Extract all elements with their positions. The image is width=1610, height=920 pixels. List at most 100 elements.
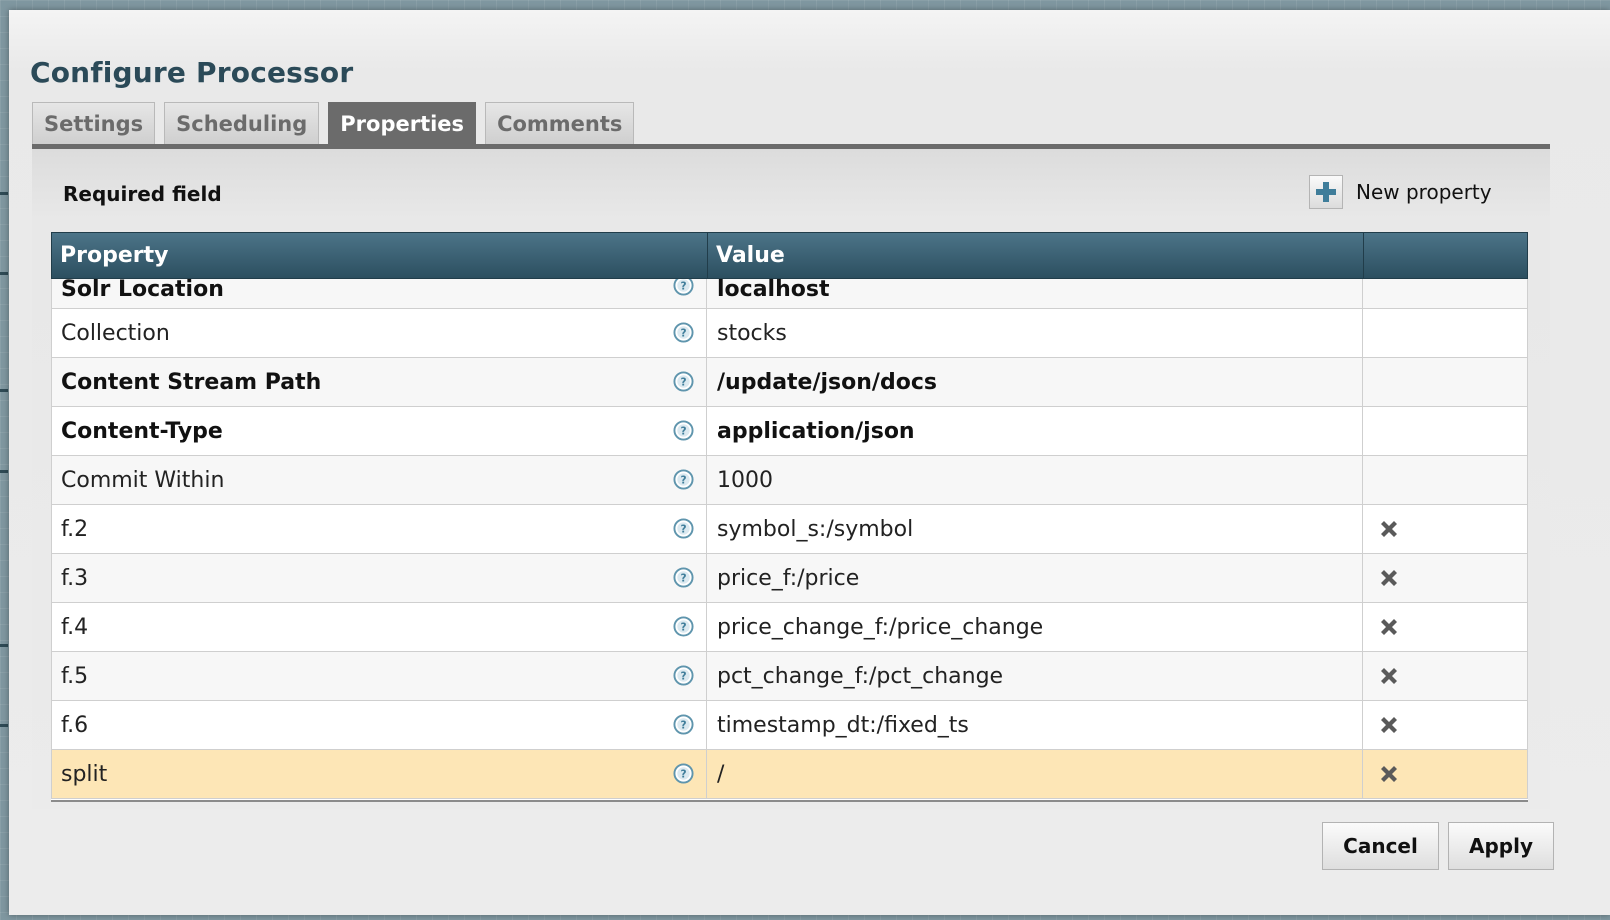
delete-icon[interactable] <box>1376 614 1402 640</box>
new-property-button[interactable]: New property <box>1309 175 1492 209</box>
table-row[interactable]: f.3? price_f:/price <box>51 554 1528 603</box>
table-row[interactable]: f.4? price_change_f:/price_change <box>51 603 1528 652</box>
property-value: localhost <box>717 277 830 302</box>
row-actions-cell <box>1363 750 1528 798</box>
property-value-cell[interactable]: localhost <box>707 277 1363 308</box>
column-header-actions <box>1364 233 1527 278</box>
property-value: / <box>717 761 725 787</box>
row-actions-cell <box>1363 358 1528 406</box>
tab-settings[interactable]: Settings <box>32 102 156 144</box>
help-icon[interactable]: ? <box>673 763 694 784</box>
table-row[interactable]: Content-Type? application/json <box>51 407 1528 456</box>
property-value-cell[interactable]: pct_change_f:/pct_change <box>707 652 1363 700</box>
property-value: price_f:/price <box>717 565 860 591</box>
column-header-property[interactable]: Property <box>52 233 708 278</box>
property-value-cell[interactable]: price_f:/price <box>707 554 1363 602</box>
help-icon[interactable]: ? <box>673 714 694 735</box>
table-row[interactable]: split? / <box>51 750 1528 799</box>
property-name-cell: f.6? <box>51 701 707 749</box>
property-value-cell[interactable]: 1000 <box>707 456 1363 504</box>
required-field-label: Required field <box>63 182 222 206</box>
property-name-cell: Content Stream Path? <box>51 358 707 406</box>
svg-text:?: ? <box>680 768 686 780</box>
canvas-connection-mark <box>0 389 8 392</box>
property-value-cell[interactable]: symbol_s:/symbol <box>707 505 1363 553</box>
canvas-connection-mark <box>0 644 8 647</box>
row-actions-cell <box>1363 407 1528 455</box>
table-row[interactable]: Solr Location? localhost <box>51 275 1528 309</box>
column-header-value[interactable]: Value <box>708 233 1364 278</box>
property-name-cell: Solr Location? <box>51 275 707 308</box>
help-icon[interactable]: ? <box>673 616 694 637</box>
svg-text:?: ? <box>680 572 686 584</box>
property-value-cell[interactable]: stocks <box>707 309 1363 357</box>
property-value: /update/json/docs <box>717 369 937 395</box>
delete-icon[interactable] <box>1376 663 1402 689</box>
row-actions-cell <box>1363 279 1528 308</box>
table-body: Solr Location? localhost Collection? stocks… <box>51 275 1528 799</box>
property-name: Solr Location <box>61 277 224 302</box>
table-header: Property Value <box>51 232 1528 279</box>
table-row[interactable]: Commit Within? 1000 <box>51 456 1528 505</box>
delete-icon[interactable] <box>1376 516 1402 542</box>
canvas-connection-mark <box>0 724 8 727</box>
row-actions-cell <box>1363 652 1528 700</box>
tab-scheduling[interactable]: Scheduling <box>164 102 320 144</box>
property-value-cell[interactable]: price_change_f:/price_change <box>707 603 1363 651</box>
help-icon[interactable]: ? <box>673 567 694 588</box>
property-value: stocks <box>717 320 787 346</box>
row-actions-cell <box>1363 505 1528 553</box>
help-icon[interactable]: ? <box>673 322 694 343</box>
property-name: Commit Within <box>61 467 225 493</box>
help-icon[interactable]: ? <box>673 665 694 686</box>
configure-processor-dialog: Configure Processor Settings Scheduling … <box>9 10 1610 915</box>
table-row[interactable]: Collection? stocks <box>51 309 1528 358</box>
property-value: symbol_s:/symbol <box>717 516 914 542</box>
dialog-title: Configure Processor <box>30 56 354 89</box>
property-value-cell[interactable]: /update/json/docs <box>707 358 1363 406</box>
table-row[interactable]: Content Stream Path? /update/json/docs <box>51 358 1528 407</box>
row-actions-cell <box>1363 603 1528 651</box>
table-row[interactable]: f.5? pct_change_f:/pct_change <box>51 652 1528 701</box>
canvas-connection-mark <box>0 272 8 275</box>
property-value-cell[interactable]: timestamp_dt:/fixed_ts <box>707 701 1363 749</box>
svg-text:?: ? <box>680 621 686 633</box>
row-actions-cell <box>1363 456 1528 504</box>
property-name: Content Stream Path <box>61 369 322 395</box>
table-row[interactable]: f.6? timestamp_dt:/fixed_ts <box>51 701 1528 750</box>
svg-text:?: ? <box>680 474 686 486</box>
property-name: f.5 <box>61 663 89 689</box>
delete-icon[interactable] <box>1376 565 1402 591</box>
svg-text:?: ? <box>680 327 686 339</box>
property-name: f.4 <box>61 614 89 640</box>
property-name-cell: f.5? <box>51 652 707 700</box>
property-value: pct_change_f:/pct_change <box>717 663 1004 689</box>
help-icon[interactable]: ? <box>673 518 694 539</box>
help-icon[interactable]: ? <box>673 469 694 490</box>
property-value: timestamp_dt:/fixed_ts <box>717 712 969 738</box>
property-name: f.2 <box>61 516 89 542</box>
cancel-button[interactable]: Cancel <box>1322 822 1439 870</box>
property-name: Content-Type <box>61 418 223 444</box>
table-row[interactable]: f.2? symbol_s:/symbol <box>51 505 1528 554</box>
property-name: f.3 <box>61 565 89 591</box>
property-name-cell: split? <box>51 750 707 798</box>
property-value: price_change_f:/price_change <box>717 614 1044 640</box>
property-value-cell[interactable]: application/json <box>707 407 1363 455</box>
tab-comments[interactable]: Comments <box>485 102 635 144</box>
plus-icon[interactable] <box>1309 175 1343 209</box>
tab-properties[interactable]: Properties <box>328 102 477 144</box>
delete-icon[interactable] <box>1376 712 1402 738</box>
property-name-cell: Collection? <box>51 309 707 357</box>
property-value-cell[interactable]: / <box>707 750 1363 798</box>
properties-panel: Required field New property Property Val… <box>32 149 1550 809</box>
help-icon[interactable]: ? <box>673 420 694 441</box>
delete-icon[interactable] <box>1376 761 1402 787</box>
properties-table: Property Value Solr Location? localhost Co… <box>51 232 1528 802</box>
svg-text:?: ? <box>680 670 686 682</box>
svg-text:?: ? <box>680 376 686 388</box>
help-icon[interactable]: ? <box>673 371 694 392</box>
apply-button[interactable]: Apply <box>1448 822 1554 870</box>
svg-text:?: ? <box>680 425 686 437</box>
row-actions-cell <box>1363 701 1528 749</box>
